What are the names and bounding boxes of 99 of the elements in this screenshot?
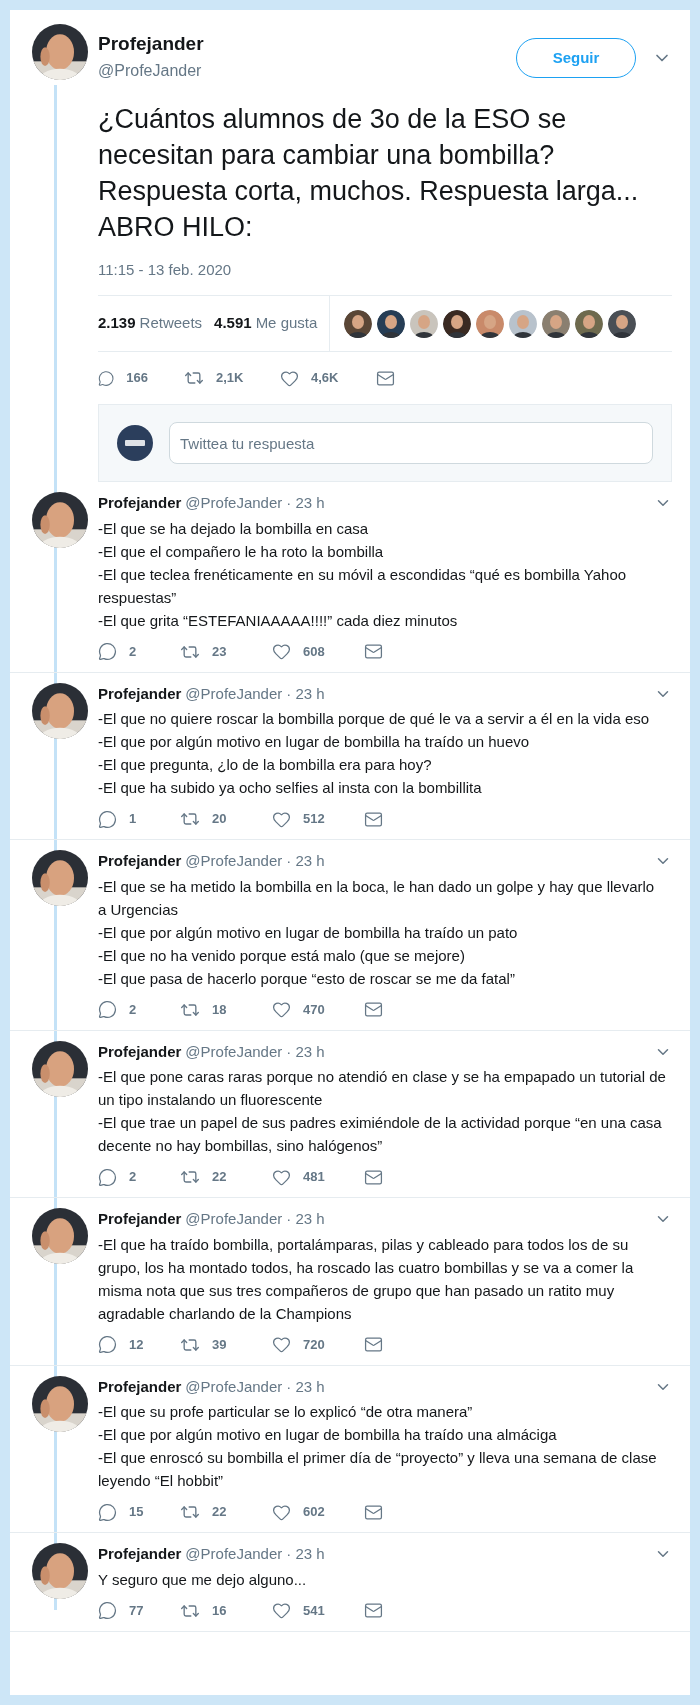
like-icon[interactable] [272,809,291,829]
reply-time: · 23 h [286,683,325,704]
like-count: 512 [303,810,325,829]
mail-icon[interactable] [364,642,383,661]
like-total: 4.591 [214,313,252,334]
like-icon[interactable] [272,1601,291,1620]
reply-author-name: Profejander [98,1041,182,1062]
author-handle: @ProfeJander [98,60,203,81]
reply-count: 12 [129,1335,144,1354]
reply-text-line: -El que no ha venido porque está malo (que se mejore) [98,945,466,966]
reply-count: 2 [129,642,137,661]
reply-text-line: -El que ha traído bombilla, portalámparas, pilas y cableado para todos los de su grupo, los ha montado todos, ha roscado las cuatro bombillas y se va a comer la misma nota que sus tres compañeros de grupo que han pasado un ratito muy agradable charlando de la Champions [98,1234,635,1324]
tweet-timestamp: 11:15 - 13 feb. 2020 [98,259,233,280]
user-avatar-icon [117,425,153,461]
like-icon[interactable] [280,368,299,388]
reply-icon[interactable] [98,1000,117,1019]
reply-icon[interactable] [98,1502,117,1522]
reply-author-handle: @ProfeJander [185,1376,283,1397]
reply-count: 2 [129,1000,137,1019]
like-icon[interactable] [272,642,291,661]
reply-icon[interactable] [98,809,117,829]
reply-icon[interactable] [98,1167,117,1187]
reply-text-line: -El que ha subido ya ocho selfies al insta con la bombillita [98,778,483,798]
like-icon[interactable] [272,1167,291,1187]
reply-icon[interactable] [98,368,115,388]
retweet-count: 22 [212,1503,227,1522]
reply-author-name: Profejander [98,1544,182,1564]
like-icon[interactable] [272,1502,291,1522]
reply-text-line: -El que enroscó su bombilla el primer día de “proyecto” y lleva una semana de clase leyendo “El hobbit” [98,1448,658,1491]
reply-text-line: -El que no quiere roscar la bombilla porque de qué le va a servir a él en la vida eso [98,709,651,729]
like-count: 602 [303,1503,325,1522]
retweet-count: 18 [212,1000,227,1019]
reply-time: · 23 h [286,1041,325,1062]
reply-text-line: -El que el compañero le ha roto la bombilla [98,541,385,562]
retweet-total: 2.139 [98,313,136,334]
retweet-count: 39 [212,1335,227,1354]
mail-icon[interactable] [364,1000,383,1019]
mail-icon[interactable] [364,1335,383,1354]
reply-count: 77 [129,1601,144,1620]
reply-author-handle: @ProfeJander [185,851,283,871]
like-count: 470 [303,1000,325,1019]
tweet-text: ¿Cuántos alumnos de 3o de la ESO se necesitan para cambiar una bombilla? Respuesta corta, muchos. Respuesta larga... ABRO HILO: [98,102,640,244]
like-count: 608 [303,642,325,661]
avatar [32,492,88,548]
reply-text-line: -El que por algún motivo en lugar de bombilla ha traído un pato [98,922,519,943]
mail-icon[interactable] [364,1601,383,1620]
like-count: 720 [303,1335,325,1354]
reply-text-line: -El que grita “ESTEFANIAAAAA!!!!” cada diez minutos [98,610,459,631]
reply-text-line: -El que teclea frenéticamente en su móvil a escondidas “qué es bombilla Yahoo respuestas” [98,564,628,608]
like-count: 541 [303,1601,325,1620]
reply-author-name: Profejander [98,851,182,871]
like-icon[interactable] [272,1000,291,1019]
reply-count: 15 [129,1503,144,1522]
avatar [32,1543,88,1599]
reply-count: 1 [129,810,137,829]
reply-author-handle: @ProfeJander [185,1544,283,1564]
reply-text-line: -El que pasa de hacerlo porque “esto de roscar se me da fatal” [98,968,516,989]
reply-author-name: Profejander [98,493,182,513]
reply-text-line: -El que su profe particular se lo explicó “de otra manera” [98,1402,474,1422]
reply-time: · 23 h [286,1544,325,1564]
reply-text-line: -El que pregunta, ¿lo de la bombilla era para hoy? [98,755,433,775]
retweets-label: Retweets [139,313,203,334]
reply-input[interactable]: Twittea tu respuesta [169,422,653,464]
reply-author-handle: @ProfeJander [185,1041,283,1062]
reply-text-line: Y seguro que me dejo alguno... [98,1569,308,1590]
avatar [32,24,88,80]
reply-text-line: -El que se ha metido la bombilla en la boca, le han dado un golpe y hay que llevarlo a Urgencias [98,876,656,920]
reply-icon[interactable] [98,1335,117,1354]
reply-text-line: -El que pone caras raras porque no atendió en clase y se ha empapado un tutorial de un tipo instalando un fluorescente [98,1067,667,1110]
retweet-count: 16 [212,1601,227,1620]
reply-author-name: Profejander [98,683,182,704]
reply-text-line: -El que por algún motivo en lugar de bombilla ha traído una almáciga [98,1425,558,1445]
like-count: 481 [303,1168,325,1187]
reply-count: 166 [126,369,148,388]
author-name: Profejander [98,32,204,56]
reply-time: · 23 h [286,493,325,513]
reply-author-handle: @ProfeJander [185,683,283,704]
like-count: 4,6K [311,369,339,388]
like-icon[interactable] [272,1335,291,1354]
reply-text-line: -El que por algún motivo en lugar de bombilla ha traído un huevo [98,732,531,752]
reply-author-name: Profejander [98,1376,182,1397]
retweet-count: 20 [212,810,227,829]
avatar [32,850,88,906]
reply-text-line: -El que se ha dejado la bombilla en casa [98,518,370,539]
reply-author-handle: @ProfeJander [185,493,283,513]
reply-time: · 23 h [286,1376,325,1397]
avatar [32,1208,88,1264]
reply-icon[interactable] [98,1601,117,1620]
reply-author-name: Profejander [98,1209,182,1229]
reply-author-handle: @ProfeJander [185,1209,283,1229]
reply-text-line: -El que trae un papel de sus padres eximiéndole de la actividad porque “en una casa decente no hay bombillas, sino halógenos” [98,1113,663,1156]
reply-count: 2 [129,1168,137,1187]
reply-time: · 23 h [286,851,325,871]
reply-time: · 23 h [286,1209,325,1229]
retweet-count: 22 [212,1168,227,1187]
reply-icon[interactable] [98,642,117,661]
likes-label: Me gusta [255,313,318,334]
retweet-count: 23 [212,642,227,661]
retweet-count: 2,1K [216,369,244,388]
